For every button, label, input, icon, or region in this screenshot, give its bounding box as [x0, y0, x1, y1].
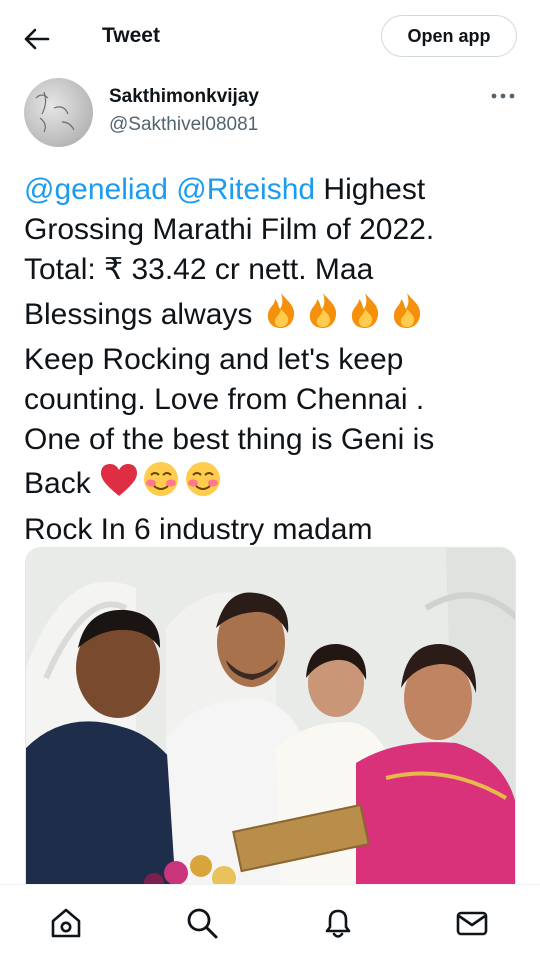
- tweet-line-3: Total: ₹ 33.42 cr nett. Maa: [24, 253, 374, 287]
- tweet-line-6: counting. Love from Chennai .: [24, 383, 425, 417]
- back-arrow-icon[interactable]: [22, 24, 52, 54]
- author-handle[interactable]: @Sakthivel08081: [109, 114, 258, 136]
- tweet-line-2: Grossing Marathi Film of 2022.: [24, 213, 435, 247]
- smiling-blush-emoji-icon: [141, 460, 181, 509]
- tweet-line-5: Keep Rocking and let's keep: [24, 342, 404, 376]
- fire-emoji-icon: [303, 291, 343, 340]
- fire-emoji-icon: [261, 291, 301, 340]
- more-dots-icon[interactable]: [488, 84, 518, 108]
- tweet-text-segment: Blessings always: [24, 297, 261, 331]
- search-icon[interactable]: [184, 905, 220, 941]
- bell-icon[interactable]: [320, 905, 356, 941]
- tweet-line-9: Rock In 6 industry madam: [24, 512, 373, 546]
- tweet-line-4: Blessings always: [24, 291, 524, 340]
- tweet-line-1: @geneliad @Riteishd Highest: [24, 170, 524, 210]
- tweet-text-segment: Back: [24, 467, 100, 501]
- tweet-line-8: Back: [24, 460, 524, 509]
- open-app-button[interactable]: Open app: [381, 15, 517, 57]
- fire-emoji-icon: [387, 291, 427, 340]
- mention-geneliad[interactable]: @geneliad: [24, 173, 168, 206]
- mention-riteishd[interactable]: @Riteishd: [176, 173, 315, 206]
- red-heart-emoji-icon: [99, 462, 139, 509]
- tweet-line-7: One of the best thing is Geni is: [24, 423, 435, 457]
- mail-icon[interactable]: [454, 905, 490, 941]
- top-bar: Tweet Open app: [0, 0, 540, 76]
- tweet-photo[interactable]: [25, 547, 516, 892]
- fire-emoji-icon: [345, 291, 385, 340]
- tweet-text-segment: Highest: [315, 173, 426, 206]
- author-display-name[interactable]: Sakthimonkvijay: [109, 86, 259, 108]
- tweet-text: @geneliad @Riteishd Highest Grossing Mar…: [24, 170, 524, 550]
- smiling-blush-emoji-icon: [183, 460, 223, 509]
- page-title: Tweet: [102, 24, 160, 47]
- home-icon[interactable]: [48, 905, 84, 941]
- avatar[interactable]: [24, 78, 93, 147]
- bottom-navigation: [0, 884, 540, 960]
